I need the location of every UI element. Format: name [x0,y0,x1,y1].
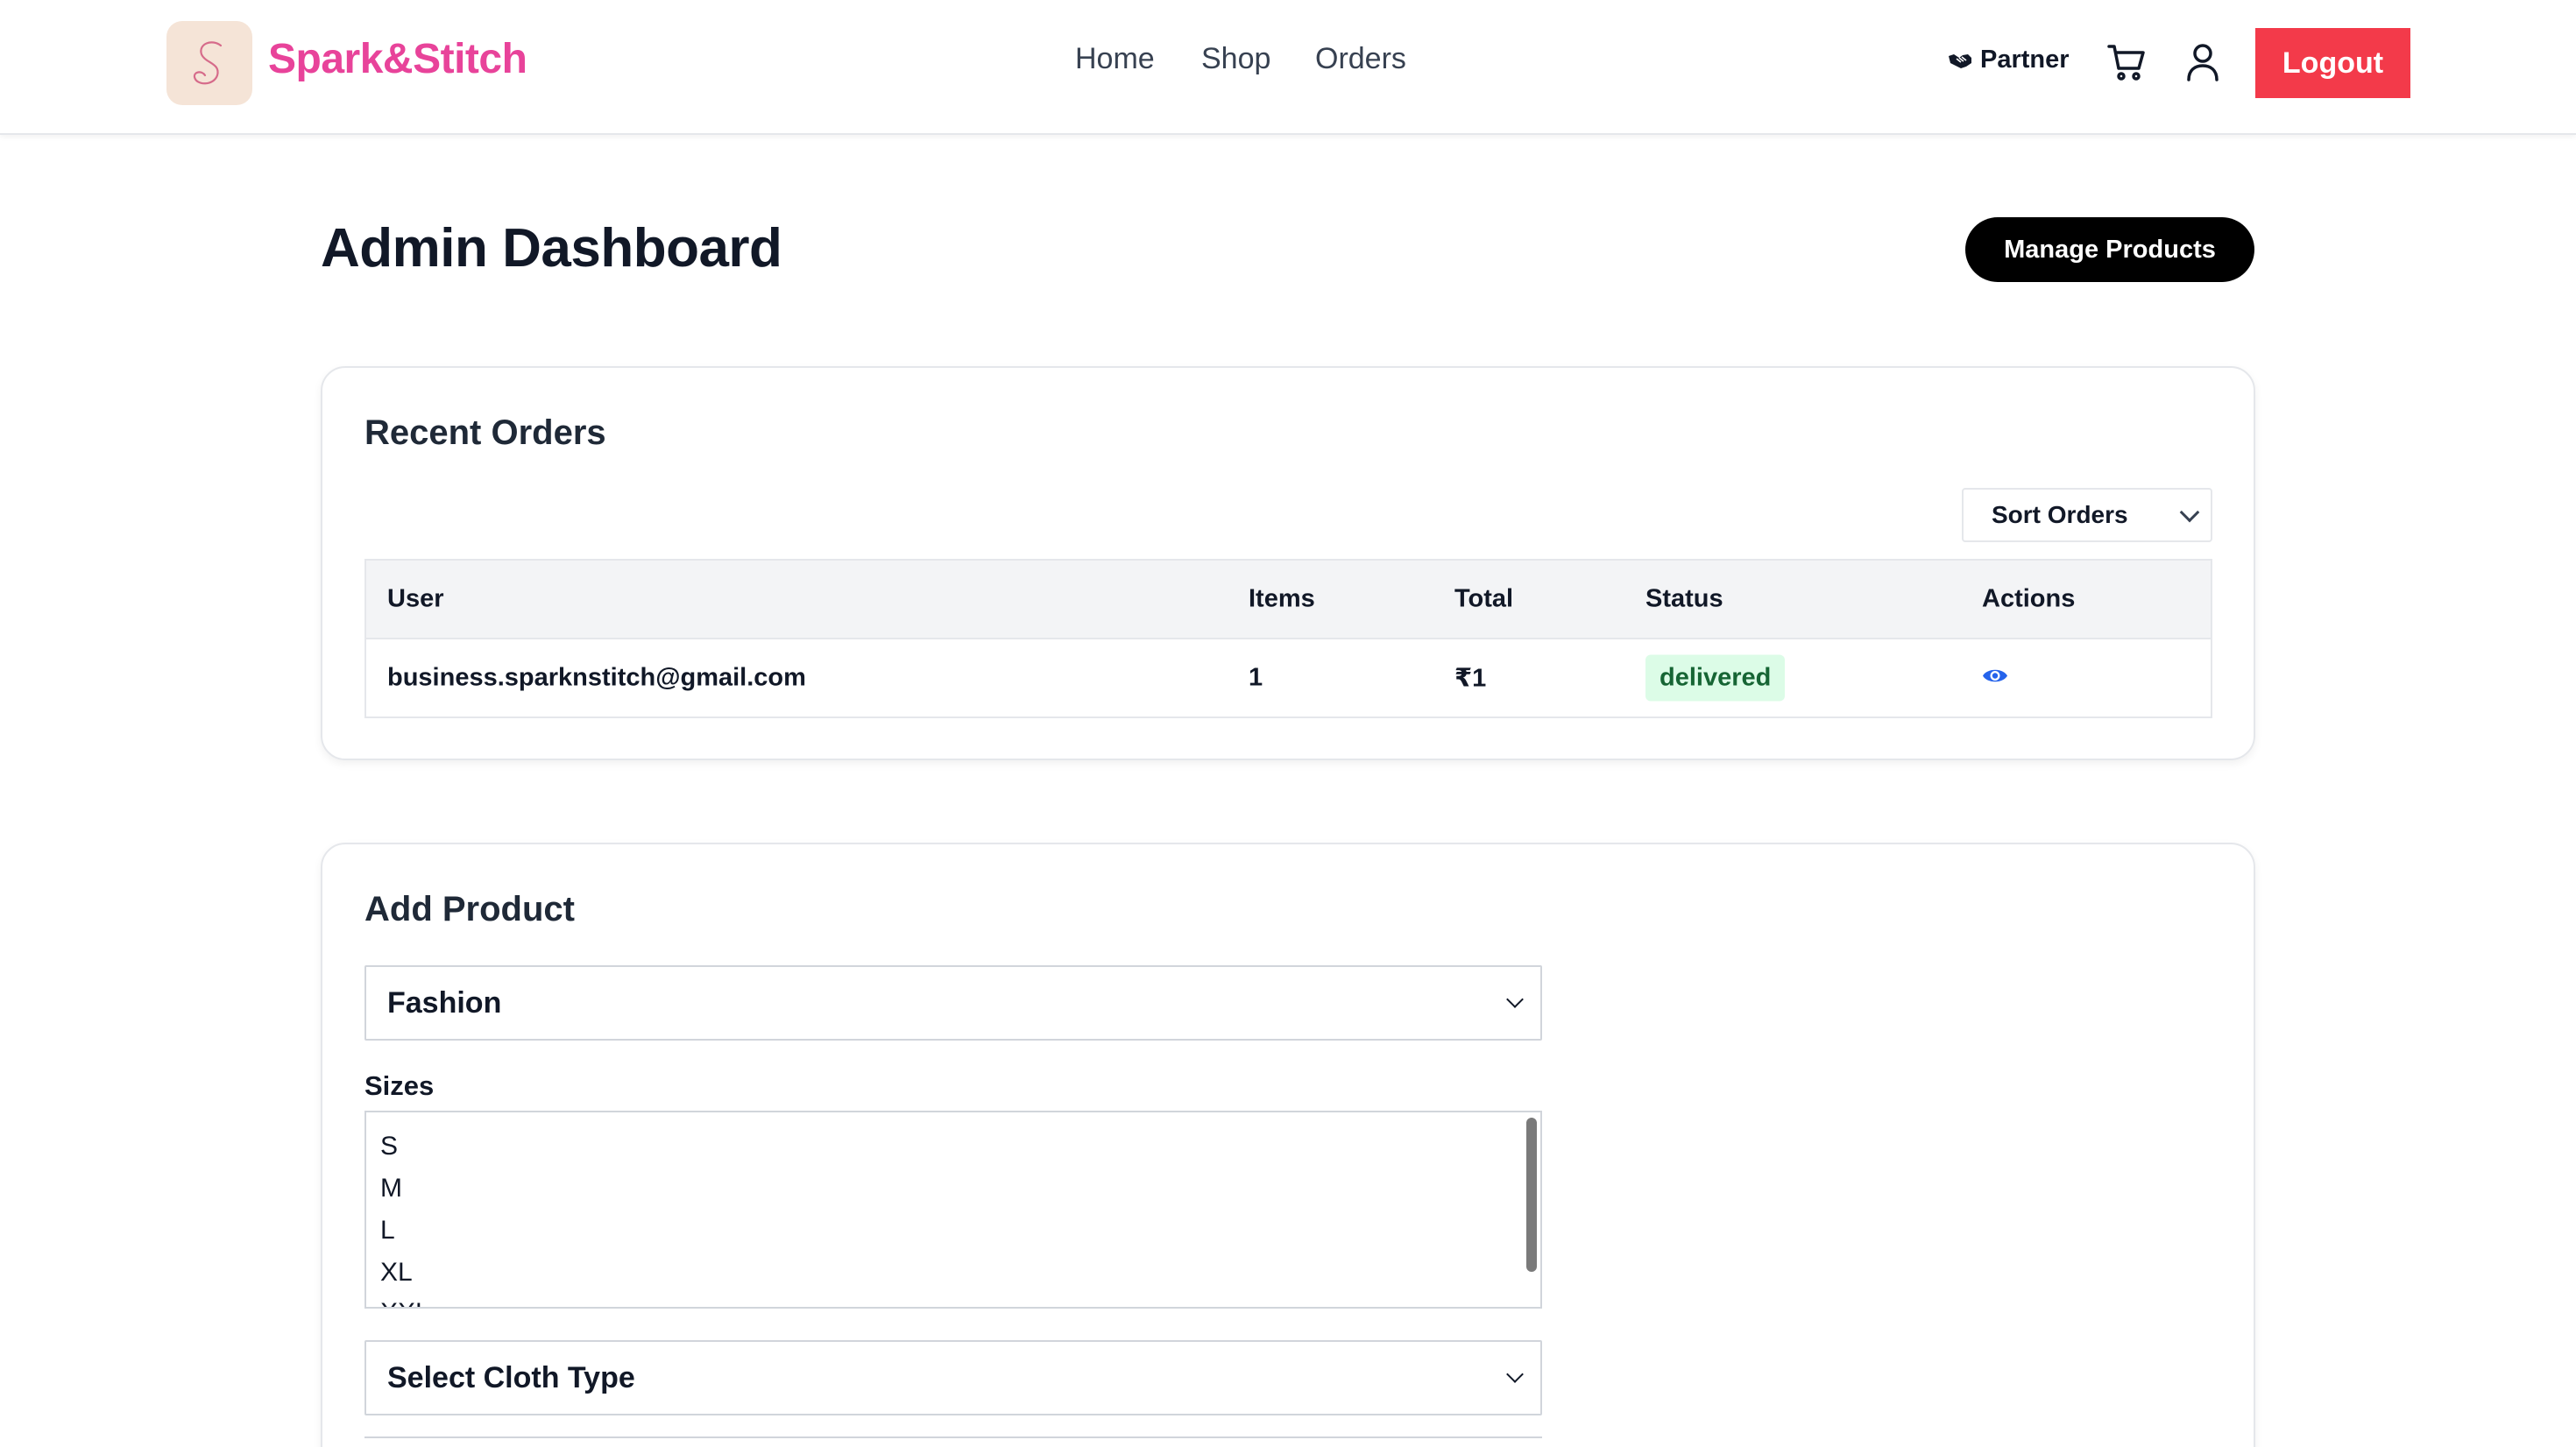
nav-shop-link[interactable]: Shop [1201,42,1270,76]
size-option-s[interactable]: S [380,1132,398,1161]
chevron-down-icon [1506,1366,1524,1383]
column-header-status: Status [1645,584,1723,613]
category-value: Fashion [387,985,502,1020]
cart-icon[interactable] [2106,42,2147,82]
order-items-count: 1 [1249,663,1263,692]
logout-button[interactable]: Logout [2255,28,2410,98]
sort-orders-select[interactable]: Sort Orders [1962,488,2212,542]
sizes-label: Sizes [364,1070,435,1101]
category-select[interactable]: Fashion [364,965,1542,1041]
column-header-total: Total [1454,584,1514,613]
order-total: ₹1 [1454,664,1487,693]
order-user-email: business.sparknstitch@gmail.com [387,663,806,692]
cloth-type-value: Select Cloth Type [387,1360,635,1394]
partner-link[interactable]: Partner [1947,46,2070,74]
top-navbar: Spark&Stitch Home Shop Orders Partner Lo… [0,0,2576,135]
size-option-xl[interactable]: XL [380,1258,413,1288]
column-header-actions: Actions [1982,584,2076,613]
add-product-title: Add Product [364,890,575,928]
listbox-scrollbar[interactable] [1526,1118,1537,1272]
handshake-icon [1949,53,1971,68]
manage-products-button[interactable]: Manage Products [1965,217,2254,282]
view-order-button[interactable] [1982,664,2008,693]
sizes-listbox[interactable]: S M L XL XXL [364,1111,1542,1309]
size-option-m[interactable]: M [380,1174,402,1203]
column-header-user: User [387,584,444,613]
brand-name[interactable]: Spark&Stitch [268,35,527,83]
cloth-type-select[interactable]: Select Cloth Type [364,1340,1542,1415]
logo-s-icon[interactable] [166,21,252,105]
eye-icon [1983,669,2007,682]
recent-orders-title: Recent Orders [364,413,606,452]
orders-table: User Items Total Status Actions business… [364,559,2212,718]
size-option-xxl[interactable]: XXL [380,1298,430,1307]
size-option-l[interactable]: L [380,1216,395,1246]
chevron-down-icon [1506,991,1524,1008]
partner-label: Partner [1980,46,2070,74]
nav-orders-link[interactable]: Orders [1315,42,1406,76]
table-header: User Items Total Status Actions [366,561,2211,639]
status-badge: delivered [1645,654,1786,702]
chevron-down-icon [2179,502,2200,523]
recent-orders-card: Recent Orders Sort Orders User Items Tot… [321,366,2255,760]
next-field-edge [364,1436,1542,1438]
add-product-card: Add Product Fashion Sizes S M L XL XXL S… [321,843,2255,1447]
column-header-items: Items [1249,584,1315,613]
sort-orders-value: Sort Orders [1992,501,2128,528]
user-icon[interactable] [2185,42,2220,82]
page-title: Admin Dashboard [321,218,782,279]
nav-home-link[interactable]: Home [1075,42,1155,76]
table-row: business.sparknstitch@gmail.com 1 ₹1 del… [366,639,2211,716]
